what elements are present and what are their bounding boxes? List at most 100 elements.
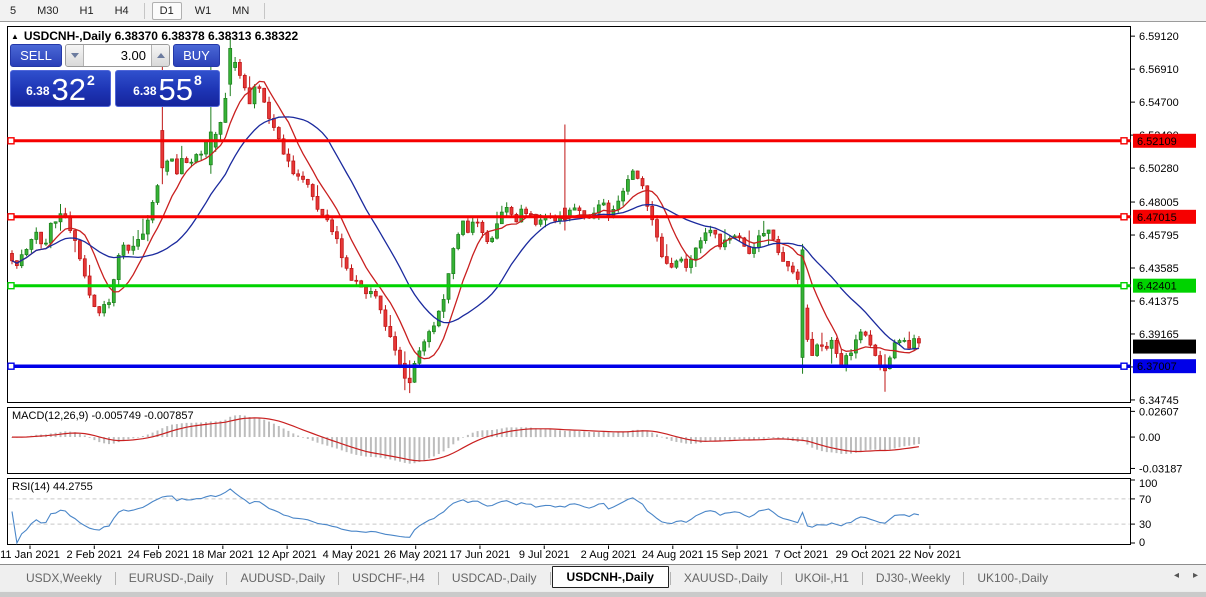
tab-eurusd-daily[interactable]: EURUSD-,Daily	[117, 567, 226, 589]
buy-price-box[interactable]: 6.38 55 8	[115, 70, 220, 107]
candle	[714, 230, 717, 234]
candle	[243, 75, 246, 87]
buy-button[interactable]: BUY	[173, 44, 220, 67]
candle	[466, 221, 469, 232]
candle	[185, 159, 188, 163]
candle	[54, 222, 57, 224]
sell-price-sup: 2	[87, 72, 95, 88]
tab-scroll-buttons: ◂ ▸	[1174, 570, 1198, 581]
line-handle[interactable]	[1121, 214, 1127, 220]
buy-price-sup: 8	[194, 72, 202, 88]
volume-increase-button[interactable]	[152, 45, 169, 66]
price-tick-label: 6.43585	[1139, 263, 1179, 275]
candle	[258, 87, 261, 89]
tab-separator	[550, 572, 551, 585]
tab-dj30-weekly[interactable]: DJ30-,Weekly	[864, 567, 962, 589]
candle	[830, 340, 833, 348]
tab-separator	[338, 572, 339, 585]
candle	[408, 378, 411, 383]
date-tick-label: 18 Mar 2021	[192, 549, 254, 561]
timeframe-button-h4[interactable]: H4	[107, 2, 137, 20]
candle	[117, 255, 120, 279]
tab-ukoil-h1[interactable]: UKOil-,H1	[783, 567, 861, 589]
timeframe-button-w1[interactable]: W1	[187, 2, 220, 20]
candle	[607, 203, 610, 216]
line-handle[interactable]	[8, 138, 14, 144]
candle	[539, 220, 542, 224]
candle	[685, 259, 688, 267]
candle	[272, 119, 275, 128]
candle	[869, 335, 872, 345]
sell-button[interactable]: SELL	[10, 44, 62, 67]
candle	[30, 239, 33, 249]
candle	[617, 201, 620, 209]
tab-scroll-right-icon[interactable]: ▸	[1193, 570, 1198, 581]
candle	[510, 207, 513, 214]
chart-title-text: USDCNH-,Daily 6.38370 6.38378 6.38313 6.…	[24, 29, 298, 43]
candle	[656, 220, 659, 238]
price-tick-label: 6.54700	[1139, 97, 1179, 109]
candle	[103, 305, 106, 313]
tab-usdcnh-daily[interactable]: USDCNH-,Daily	[552, 566, 669, 588]
candle	[898, 341, 901, 343]
candle	[859, 332, 862, 340]
line-handle[interactable]	[8, 283, 14, 289]
date-tick-label: 4 May 2021	[323, 549, 380, 561]
timeframe-button-m30[interactable]: M30	[29, 2, 66, 20]
candle	[428, 332, 431, 342]
candle	[195, 155, 198, 163]
timeframe-button-5[interactable]: 5	[2, 2, 24, 20]
line-handle[interactable]	[1121, 363, 1127, 369]
date-tick-label: 17 Jun 2021	[450, 549, 511, 561]
timeframe-button-d1[interactable]: D1	[152, 2, 182, 20]
price-tick-label: 6.50280	[1139, 163, 1179, 175]
candle	[331, 220, 334, 232]
candle	[641, 179, 644, 186]
candle	[432, 326, 435, 332]
timeframe-toolbar: 5 M30 H1 H4 D1 W1MN	[0, 0, 1206, 22]
tab-uk100-daily[interactable]: UK100-,Daily	[965, 567, 1060, 589]
candle	[646, 186, 649, 207]
candle	[35, 232, 38, 239]
candle	[340, 239, 343, 258]
panel-collapse-icon[interactable]: ▲	[11, 32, 19, 41]
line-handle[interactable]	[1121, 283, 1127, 289]
timeframe-button-mn[interactable]: MN	[224, 2, 257, 20]
volume-field[interactable]: 3.00	[83, 45, 152, 66]
tab-usdcad-daily[interactable]: USDCAD-,Daily	[440, 567, 549, 589]
price-tick-label: 6.41375	[1139, 296, 1179, 308]
candle	[132, 246, 135, 250]
candle	[146, 220, 149, 234]
sell-price-box[interactable]: 6.38 32 2	[10, 70, 111, 107]
candle	[423, 342, 426, 351]
candle	[219, 122, 222, 134]
tab-usdchf-h4[interactable]: USDCHF-,H4	[340, 567, 437, 589]
candle	[903, 340, 906, 341]
candle	[767, 230, 770, 233]
tab-scroll-left-icon[interactable]: ◂	[1174, 570, 1179, 581]
candle	[471, 222, 474, 232]
volume-decrease-button[interactable]	[66, 45, 83, 66]
bottom-status-strip	[0, 591, 1206, 597]
date-tick-label: 24 Feb 2021	[128, 549, 190, 561]
line-handle[interactable]	[8, 214, 14, 220]
candle	[452, 249, 455, 274]
candle	[292, 161, 295, 174]
price-tick-label: 6.56910	[1139, 64, 1179, 76]
line-handle[interactable]	[8, 363, 14, 369]
candle	[791, 266, 794, 272]
candle	[93, 295, 96, 307]
triangle-up-icon	[157, 53, 165, 58]
tab-audusd-daily[interactable]: AUDUSD-,Daily	[228, 567, 337, 589]
one-click-trading-panel: SELL 3.00 BUY 6.38 32 2 6.38 55 8	[10, 44, 220, 107]
candle	[437, 311, 440, 326]
tab-usdx-weekly[interactable]: USDX,Weekly	[14, 567, 114, 589]
price-label-chip-text: 6.52109	[1137, 136, 1177, 148]
line-handle[interactable]	[1121, 138, 1127, 144]
candle	[263, 88, 266, 102]
timeframe-button-h1[interactable]: H1	[72, 2, 102, 20]
candle	[442, 299, 445, 311]
candle	[762, 233, 765, 235]
tab-xauusd-daily[interactable]: XAUUSD-,Daily	[672, 567, 780, 589]
candle	[486, 233, 489, 242]
